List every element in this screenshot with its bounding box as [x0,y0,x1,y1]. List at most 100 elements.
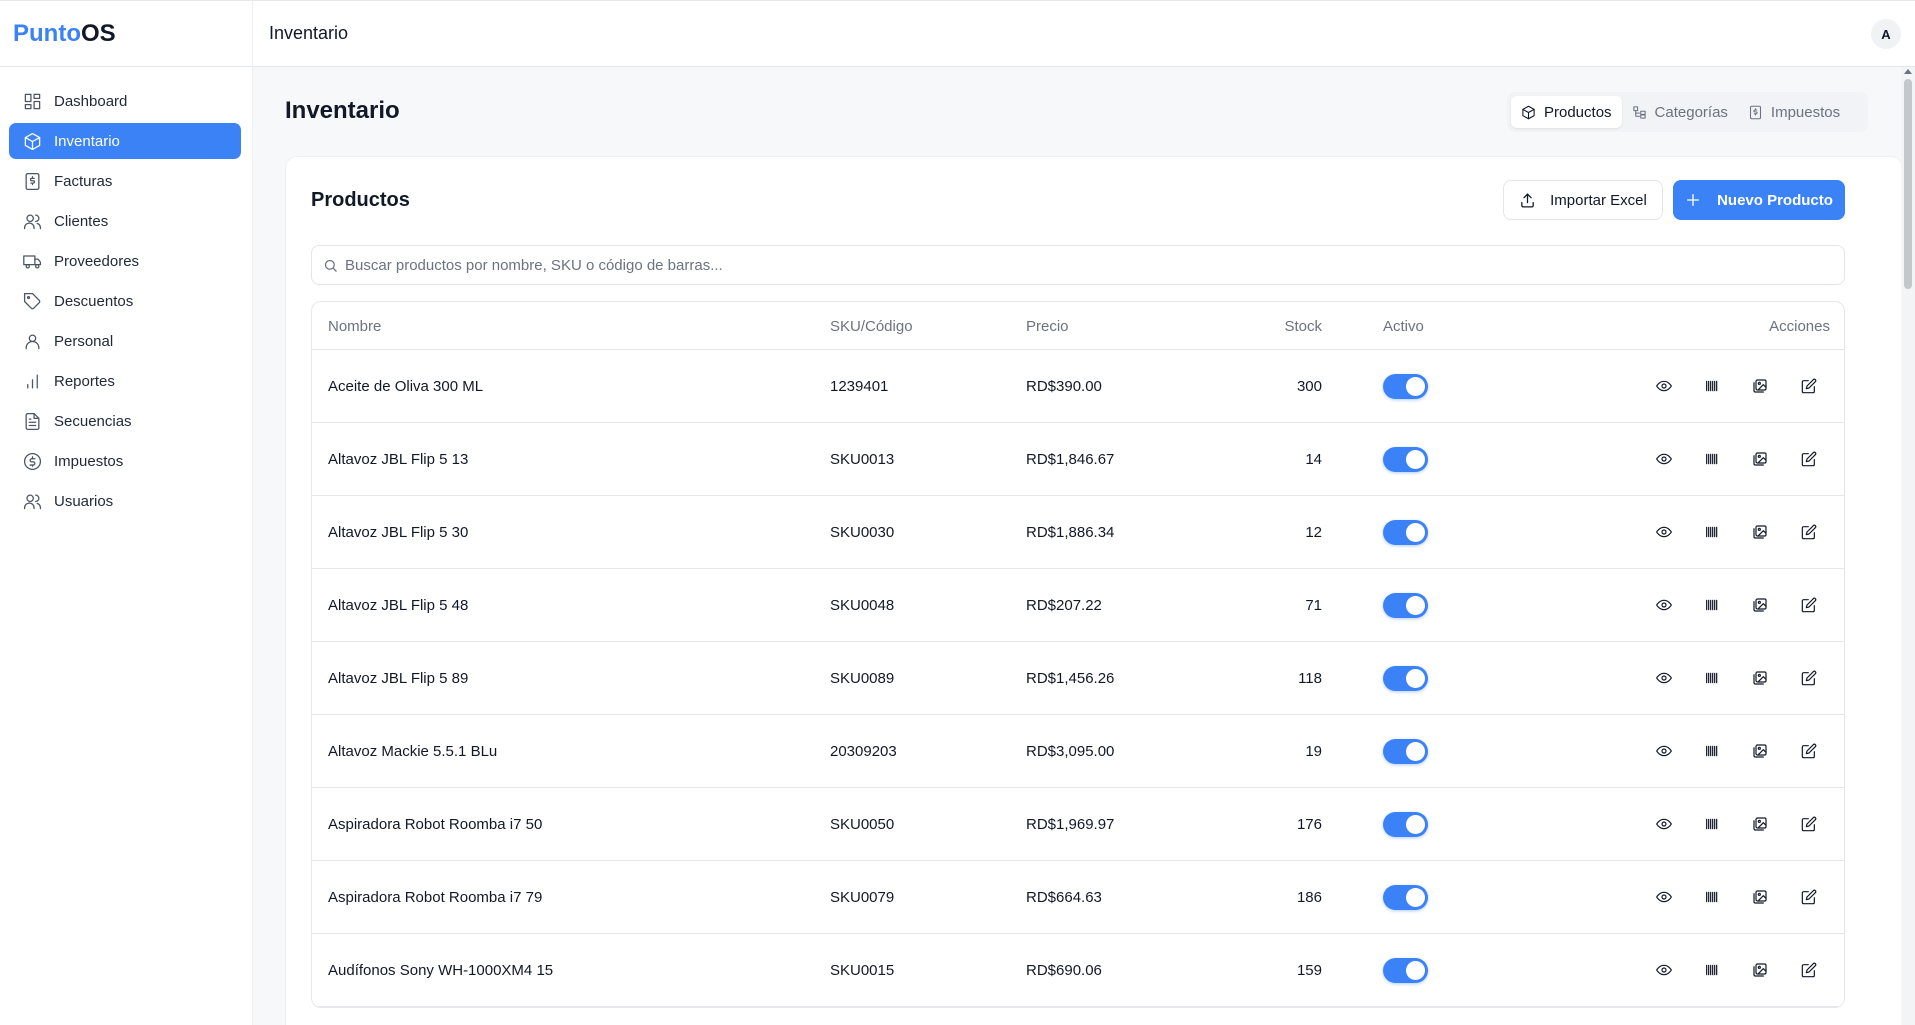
table-row[interactable]: Aceite de Oliva 300 ML 1239401 RD$390.00 30… [312,350,1844,423]
scrollbar-thumb[interactable] [1904,79,1912,289]
scroll-up-arrow-icon[interactable] [1904,69,1912,74]
table-row[interactable]: Aspiradora Robot Roomba i7 50 SKU0050 RD$1… [312,788,1844,861]
sidebar-item-descuentos[interactable]: Descuentos [9,283,241,319]
tab-impuestos[interactable]: Impuestos [1738,96,1850,128]
sidebar-item-dashboard[interactable]: Dashboard [9,83,241,119]
sidebar-item-inventario[interactable]: Inventario [9,123,241,159]
table-row[interactable]: Audífonos Sony WH-1000XM4 15 SKU0015 RD$69… [312,934,1844,1007]
edit-icon[interactable] [1799,376,1819,396]
table-header: Nombre SKU/Código Precio Stock Activo Ac… [312,302,1844,350]
view-eye-icon[interactable] [1654,960,1674,980]
sidebar-item-label: Proveedores [54,252,140,270]
barcode-icon[interactable] [1702,595,1722,615]
tab-categorias[interactable]: Categorías [1622,96,1738,128]
sidebar-item-proveedores[interactable]: Proveedores [9,243,241,279]
edit-icon[interactable] [1799,741,1819,761]
view-eye-icon[interactable] [1654,887,1674,907]
edit-icon[interactable] [1799,887,1819,907]
table-row[interactable]: Aspiradora Robot Roomba i7 79 SKU0079 RD$6… [312,861,1844,934]
barcode-icon[interactable] [1702,376,1722,396]
column-header-name[interactable]: Nombre [328,318,381,335]
barcode-icon[interactable] [1702,449,1722,469]
page-title: Inventario [285,97,400,124]
active-toggle[interactable] [1383,958,1428,983]
edit-icon[interactable] [1799,522,1819,542]
edit-icon[interactable] [1799,814,1819,834]
active-toggle[interactable] [1383,885,1428,910]
search-field[interactable] [311,245,1845,285]
active-toggle[interactable] [1383,812,1428,837]
column-header-active[interactable]: Activo [1383,318,1424,335]
active-toggle[interactable] [1383,374,1428,399]
toggle-knob [1406,523,1425,542]
avatar[interactable]: A [1871,19,1901,49]
page-scrollbar[interactable] [1901,67,1915,1025]
barcode-icon[interactable] [1702,887,1722,907]
product-stock: 118 [1298,670,1322,687]
toggle-knob [1406,450,1425,469]
app-logo[interactable]: Punto OS [0,1,252,67]
table-row[interactable]: Altavoz JBL Flip 5 30 SKU0030 RD$1,886.34 1… [312,496,1844,569]
edit-icon[interactable] [1799,668,1819,688]
images-icon[interactable] [1750,668,1770,688]
images-icon[interactable] [1750,449,1770,469]
column-header-stock[interactable]: Stock [1284,318,1322,335]
images-icon[interactable] [1750,376,1770,396]
new-product-button[interactable]: Nuevo Producto [1673,180,1845,220]
table-row[interactable]: Altavoz JBL Flip 5 48 SKU0048 RD$207.22 71 [312,569,1844,642]
images-icon[interactable] [1750,960,1770,980]
sidebar-item-personal[interactable]: Personal [9,323,241,359]
view-eye-icon[interactable] [1654,814,1674,834]
product-name: Aspiradora Robot Roomba i7 79 [328,889,543,906]
toggle-knob [1406,961,1425,980]
active-toggle[interactable] [1383,593,1428,618]
active-toggle[interactable] [1383,666,1428,691]
view-eye-icon[interactable] [1654,668,1674,688]
sidebar-item-usuarios[interactable]: Usuarios [9,483,241,519]
import-excel-button[interactable]: Importar Excel [1503,180,1663,220]
images-icon[interactable] [1750,595,1770,615]
view-eye-icon[interactable] [1654,376,1674,396]
product-stock: 186 [1296,889,1322,906]
images-icon[interactable] [1750,814,1770,834]
column-header-price[interactable]: Precio [1026,318,1069,335]
edit-icon[interactable] [1799,960,1819,980]
images-icon[interactable] [1750,887,1770,907]
product-sku: SKU0015 [830,962,895,979]
active-toggle[interactable] [1383,447,1428,472]
barcode-icon[interactable] [1702,814,1722,834]
barcode-icon[interactable] [1702,960,1722,980]
sidebar-item-reportes[interactable]: Reportes [9,363,241,399]
edit-icon[interactable] [1799,449,1819,469]
tab-productos[interactable]: Productos [1511,96,1622,128]
sidebar-item-clientes[interactable]: Clientes [9,203,241,239]
table-row[interactable]: Altavoz JBL Flip 5 89 SKU0089 RD$1,456.26 1… [312,642,1844,715]
barcode-icon[interactable] [1702,668,1722,688]
import-excel-label: Importar Excel [1550,191,1647,209]
product-sku: SKU0050 [830,816,895,833]
active-toggle[interactable] [1383,739,1428,764]
barcode-icon[interactable] [1702,522,1722,542]
sidebar-item-secuencias[interactable]: Secuencias [9,403,241,439]
topbar-title: Inventario [269,23,349,43]
edit-icon[interactable] [1799,595,1819,615]
product-stock: 19 [1305,743,1322,760]
view-eye-icon[interactable] [1654,595,1674,615]
sidebar-item-impuestos[interactable]: Impuestos [9,443,241,479]
active-toggle[interactable] [1383,520,1428,545]
table-row[interactable]: Altavoz Mackie 5.5.1 BLu 20309203 RD$3,095… [312,715,1844,788]
tab-label: Impuestos [1770,103,1841,121]
view-eye-icon[interactable] [1654,741,1674,761]
sidebar-item-facturas[interactable]: Facturas [9,163,241,199]
sidebar-item-label: Facturas [54,172,113,190]
table-row[interactable]: Altavoz JBL Flip 5 13 SKU0013 RD$1,846.67 1… [312,423,1844,496]
column-header-sku[interactable]: SKU/Código [830,318,913,335]
view-eye-icon[interactable] [1654,522,1674,542]
category-icon [1632,105,1646,119]
images-icon[interactable] [1750,522,1770,542]
search-input[interactable] [345,256,1825,274]
images-icon[interactable] [1750,741,1770,761]
product-name: Aspiradora Robot Roomba i7 50 [328,816,543,833]
view-eye-icon[interactable] [1654,449,1674,469]
barcode-icon[interactable] [1702,741,1722,761]
